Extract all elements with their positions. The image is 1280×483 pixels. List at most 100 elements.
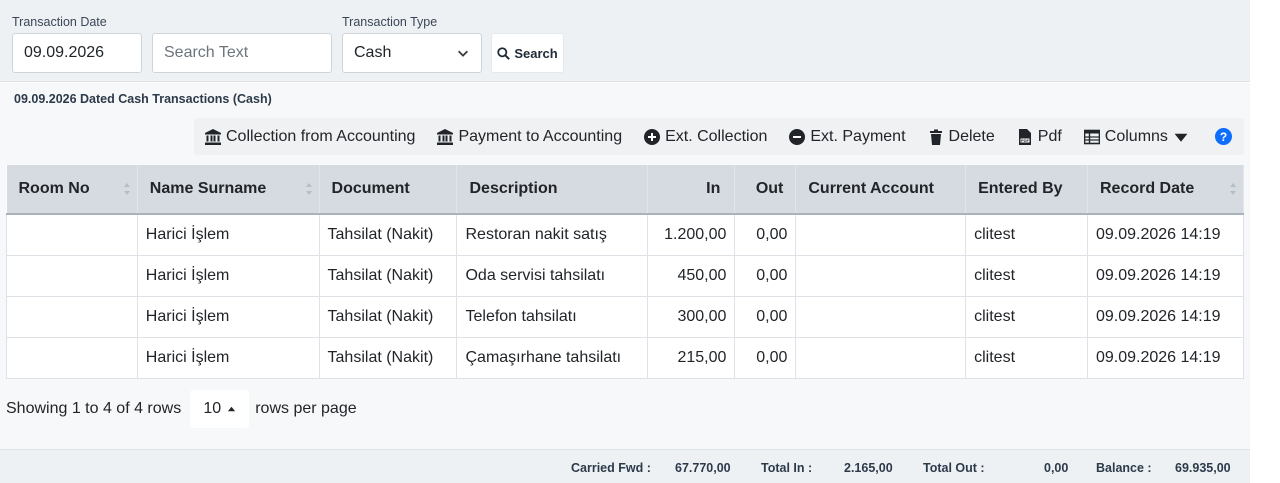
- caret-down-icon: [1174, 133, 1188, 142]
- total-in-value: 2.165,00: [844, 461, 893, 475]
- sort-icon: [123, 183, 130, 195]
- pdf-button[interactable]: PDF Pdf: [1006, 118, 1073, 155]
- columns-dropdown[interactable]: Columns: [1073, 118, 1200, 155]
- ext-payment-button[interactable]: Ext. Payment: [778, 118, 916, 155]
- cell-current-account: [795, 254, 967, 297]
- total-out-label: Total Out :: [923, 461, 985, 475]
- transaction-type-label: Transaction Type: [342, 15, 438, 29]
- header-in: In: [647, 165, 736, 215]
- rows-per-page-label: rows per page: [255, 400, 357, 417]
- carried-fwd-label: Carried Fwd :: [571, 461, 651, 475]
- filter-bar: Transaction Date 09.09.2026 Transaction …: [0, 0, 1250, 82]
- sort-icon: [305, 183, 312, 195]
- cell-out: 0,00: [734, 295, 797, 338]
- table-row[interactable]: Harici İşlem Tahsilat (Nakit) Çamaşırhan…: [6, 336, 1245, 379]
- transaction-type-value: Cash: [354, 44, 392, 61]
- delete-button[interactable]: Delete: [917, 118, 1006, 155]
- right-margin: [1250, 0, 1280, 483]
- total-in-label: Total In :: [761, 461, 813, 475]
- payment-to-accounting-button[interactable]: Payment to Accounting: [426, 118, 633, 155]
- cell-name-surname: Harici İşlem: [136, 254, 320, 297]
- cell-record-date: 09.09.2026 14:19: [1086, 295, 1245, 338]
- columns-label: Columns: [1104, 127, 1168, 145]
- transaction-type-select[interactable]: Cash: [342, 33, 482, 73]
- search-icon: [497, 46, 511, 60]
- cell-room-no: [6, 295, 138, 338]
- chevron-down-icon: [458, 50, 468, 57]
- cell-room-no: [6, 336, 138, 379]
- cell-document: Tahsilat (Nakit): [318, 213, 458, 256]
- cell-entered-by: clitest: [965, 254, 1088, 297]
- cell-room-no: [6, 254, 138, 297]
- collection-from-accounting-label: Collection from Accounting: [226, 127, 416, 145]
- help-icon[interactable]: ?: [1215, 128, 1232, 145]
- ext-collection-button[interactable]: Ext. Collection: [633, 118, 778, 155]
- search-button-label: Search: [514, 45, 558, 61]
- search-text-input[interactable]: [152, 33, 332, 73]
- bank-icon: [437, 128, 454, 145]
- cell-name-surname: Harici İşlem: [136, 295, 320, 338]
- cell-in: 300,00: [647, 295, 736, 338]
- cell-description: Oda servisi tahsilatı: [456, 254, 649, 297]
- cell-out: 0,00: [734, 213, 797, 256]
- header-current-account: Current Account: [795, 165, 967, 215]
- cell-out: 0,00: [734, 336, 797, 379]
- transaction-date-input[interactable]: 09.09.2026: [12, 33, 142, 73]
- total-out-value: 0,00: [1044, 461, 1069, 475]
- collection-from-accounting-button[interactable]: Collection from Accounting: [194, 118, 426, 155]
- minus-circle-icon: [789, 128, 806, 145]
- transaction-date-label: Transaction Date: [12, 15, 107, 29]
- cell-name-surname: Harici İşlem: [136, 336, 320, 379]
- search-button[interactable]: Search: [491, 33, 564, 73]
- header-name-surname[interactable]: Name Surname: [137, 165, 320, 215]
- cell-room-no: [6, 213, 138, 256]
- pdf-label: Pdf: [1037, 127, 1062, 145]
- table-row[interactable]: Harici İşlem Tahsilat (Nakit) Telefon ta…: [6, 295, 1245, 338]
- header-record-date[interactable]: Record Date: [1087, 165, 1245, 215]
- transactions-table: Room No Name Surname Document Descriptio…: [6, 165, 1245, 379]
- payment-to-accounting-label: Payment to Accounting: [458, 127, 623, 145]
- table-row[interactable]: Harici İşlem Tahsilat (Nakit) Oda servis…: [6, 254, 1245, 297]
- plus-circle-icon: [644, 128, 661, 145]
- header-description: Description: [456, 165, 649, 215]
- cell-current-account: [795, 213, 967, 256]
- header-room-no[interactable]: Room No: [6, 165, 138, 215]
- cell-document: Tahsilat (Nakit): [318, 295, 458, 338]
- cell-out: 0,00: [734, 254, 797, 297]
- cell-current-account: [795, 295, 967, 338]
- table-toolbar: Collection from Accounting Payment to Ac…: [194, 118, 1244, 155]
- cell-entered-by: clitest: [965, 336, 1088, 379]
- section-title: 09.09.2026 Dated Cash Transactions (Cash…: [14, 92, 272, 106]
- delete-label: Delete: [948, 127, 995, 145]
- page-size-value: 10: [203, 400, 222, 417]
- balance-label: Balance :: [1096, 461, 1152, 475]
- table-columns-icon: [1083, 129, 1100, 144]
- cell-description: Telefon tahsilatı: [456, 295, 649, 338]
- carried-fwd-value: 67.770,00: [675, 461, 731, 475]
- cell-record-date: 09.09.2026 14:19: [1086, 254, 1245, 297]
- cash-transactions-page: Transaction Date 09.09.2026 Transaction …: [0, 0, 1280, 483]
- table-header-row: Room No Name Surname Document Descriptio…: [6, 165, 1245, 215]
- svg-text:PDF: PDF: [1021, 138, 1030, 143]
- trash-icon: [929, 129, 942, 145]
- cell-in: 215,00: [647, 336, 736, 379]
- cell-entered-by: clitest: [965, 295, 1088, 338]
- sort-icon: [1230, 183, 1236, 195]
- cell-description: Restoran nakit satış: [456, 213, 649, 256]
- bank-icon: [205, 128, 221, 145]
- ext-payment-label: Ext. Payment: [810, 127, 906, 145]
- page-size-dropdown[interactable]: 10: [190, 390, 250, 428]
- cell-current-account: [795, 336, 967, 379]
- cell-document: Tahsilat (Nakit): [318, 336, 458, 379]
- cell-document: Tahsilat (Nakit): [318, 254, 458, 297]
- cell-record-date: 09.09.2026 14:19: [1086, 336, 1245, 379]
- pagination: Showing 1 to 4 of 4 rows 10 rows per pag…: [6, 390, 357, 428]
- totals-footer: Carried Fwd : 67.770,00 Total In : 2.165…: [0, 449, 1250, 483]
- header-out: Out: [734, 165, 797, 215]
- header-document: Document: [319, 165, 458, 215]
- cell-in: 450,00: [647, 254, 736, 297]
- table-row[interactable]: Harici İşlem Tahsilat (Nakit) Restoran n…: [6, 213, 1245, 256]
- cell-name-surname: Harici İşlem: [136, 213, 320, 256]
- cell-in: 1.200,00: [647, 213, 736, 256]
- cell-record-date: 09.09.2026 14:19: [1086, 213, 1245, 256]
